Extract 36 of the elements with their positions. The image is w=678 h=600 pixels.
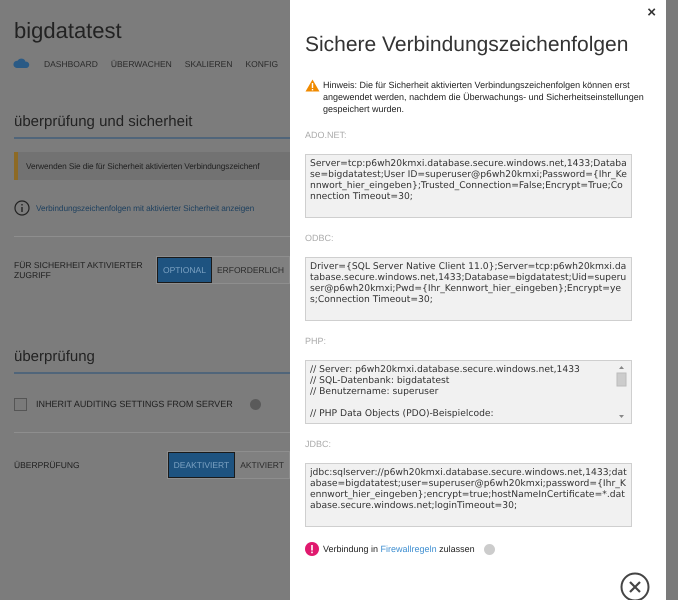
firewall-text: Verbindung in Firewallregeln zulassen — [323, 544, 475, 554]
close-icon[interactable] — [620, 572, 650, 600]
connection-type-label: JDBC: — [305, 439, 332, 450]
checkbox-label: INHERIT AUDITING SETTINGS FROM SERVER — [36, 399, 233, 409]
nav-tab[interactable]: ÜBERWACHEN — [110, 58, 172, 68]
info-banner: Verwenden Sie die für Sicherheit aktivierten Verbindungszeichenf — [14, 152, 290, 180]
nav-tab[interactable]: DASHBOARD — [44, 58, 98, 68]
dialog-title: Sichere Verbindungszeichenfolgen — [305, 33, 630, 57]
close-button[interactable]: × — [643, 2, 660, 23]
notice-text: Hinweis: Die für Sicherheit aktivierten Verbindungszeichenfolgen können erst angewendet werden, nachdem die Überwachungs- und Sicherheitseinstellungen gespeichert wurden. — [323, 79, 645, 116]
scrollbar[interactable] — [616, 364, 627, 420]
setting-label: ÜBERPRÜFUNG — [14, 460, 81, 470]
connection-type-label: PHP: — [305, 336, 328, 346]
connection-string-field[interactable]: Driver={SQL Server Native Client 11.0};Server=tcp:p6wh20kmxi.database.secure.windows.net,1433;Database=bigdatatest;Uid=superuser@p6wh20kmxi;Pwd={Ihr_Kennwort_hier_eingeben};Encrypt=yes;Connection Timeout=30; — [305, 257, 632, 322]
help-icon[interactable] — [250, 398, 261, 410]
toggle-option[interactable]: OPTIONAL — [156, 257, 212, 283]
connection-type-label: ADO.NET: — [305, 130, 348, 140]
alert-icon — [305, 542, 319, 556]
info-icon — [14, 200, 30, 216]
toggle-option[interactable]: ERFORDERLICH — [212, 257, 289, 283]
checkbox[interactable] — [14, 398, 27, 410]
cloud-icon — [13, 58, 31, 69]
connection-type-label: ODBC: — [305, 233, 335, 244]
nav-tab[interactable]: SKALIEREN — [184, 58, 232, 68]
toggle-option[interactable]: AKTIVIERT — [235, 452, 289, 478]
setting-label: FÜR SICHERHEIT AKTIVIERTER ZUGRIFF — [14, 260, 144, 280]
connection-string-field[interactable]: jdbc:sqlserver://p6wh20kmxi.database.secure.windows.net,1433;database=bigdatatest;user=superuser@p6wh20kmxi;password={Ihr_Kennwort_hier_eingeben};encrypt=true;hostNameInCertificate=*.database.secure.windows.net;loginTimeout=30; — [305, 463, 632, 528]
nav-tab[interactable]: KONFIG — [246, 58, 278, 68]
page-title: bigdatatest — [14, 18, 123, 44]
connection-string-field[interactable]: Server=tcp:p6wh20kmxi.database.secure.windows.net,1433;Database=bigdatatest;User ID=superuser@p6wh20kmxi;Password={Ihr_Kennwort_hier_eingeben};Trusted_Connection=False;Encrypt=True;Connection Timeout=30; — [305, 154, 632, 218]
help-icon[interactable] — [484, 544, 495, 555]
toggle-option[interactable]: DEAKTIVIERT — [168, 452, 236, 478]
firewall-rules-link[interactable]: Firewallregeln — [380, 544, 437, 554]
security-strings-link[interactable]: Verbindungszeichenfolgen mit aktivierter Sicherheit anzeigen — [36, 203, 254, 213]
warning-icon — [305, 79, 320, 92]
connection-string-field[interactable]: // Server: p6wh20kmxi.database.secure.windows.net,1433 // SQL-Datenbank: bigdatatest // Benutzername: superuser // PHP Data Objects (PDO)-Beispielcode: — [305, 360, 632, 424]
